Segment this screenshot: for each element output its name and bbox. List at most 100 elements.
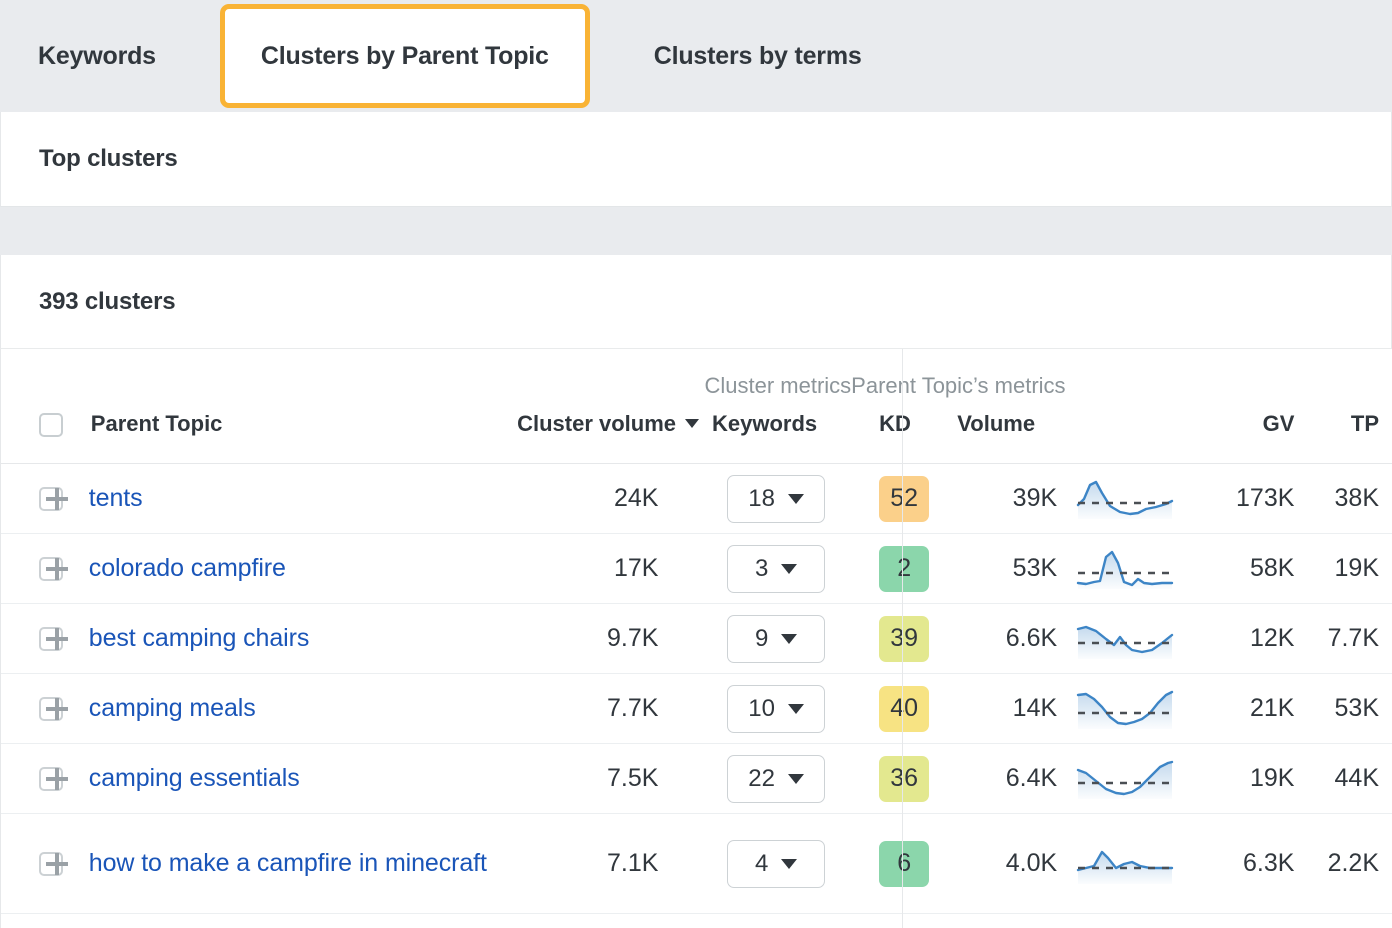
keywords-count: 3 (754, 554, 769, 582)
column-header-cluster-volume-label: Cluster volume (517, 411, 677, 436)
column-header-parent-topic[interactable]: Parent Topic (89, 405, 517, 463)
group-header-cluster-metrics: Cluster metrics (704, 373, 852, 398)
row-keywords-cell: 9 (658, 603, 852, 674)
chevron-down-icon (788, 773, 804, 784)
parent-topic-link[interactable]: best camping chairs (89, 622, 310, 656)
row-trend-cell (1063, 743, 1190, 814)
keywords-count: 18 (748, 484, 775, 512)
top-clusters-panel: Top clusters (0, 112, 1392, 207)
row-kd-cell: 39 (851, 603, 944, 674)
plus-icon[interactable] (42, 554, 72, 584)
row-cluster-volume: 24K (517, 463, 659, 534)
row-cluster-volume: 7.1K (517, 813, 659, 914)
row-gv: 6.3K (1189, 813, 1295, 914)
row-trend-cell (1063, 813, 1190, 914)
tab-clusters-by-parent-topic[interactable]: Clusters by Parent Topic (219, 4, 590, 108)
row-tp: 53K (1294, 673, 1392, 744)
row-tp: 7.7K (1294, 603, 1392, 674)
parent-topic-link[interactable]: tents (89, 482, 143, 516)
row-volume: 39K (943, 463, 1064, 534)
sort-desc-icon (685, 419, 700, 428)
clusters-table-container: Cluster metrics Parent Topic’s metrics P… (0, 349, 1392, 928)
group-header-parent-topic-metrics: Parent Topic’s metrics (851, 373, 1066, 398)
tab-clusters-by-terms[interactable]: Clusters by terms (654, 43, 862, 69)
cluster-count-panel: 393 clusters (0, 255, 1392, 349)
tab-keywords[interactable]: Keywords (38, 43, 156, 69)
row-topic-cell: best camping chairs (88, 603, 518, 674)
column-header-cluster-volume[interactable]: Cluster volume (517, 405, 700, 463)
panel-gap-strip (0, 207, 1392, 255)
metrics-group-divider (902, 349, 903, 928)
trend-sparkline (1077, 850, 1175, 884)
plus-icon[interactable] (42, 849, 72, 879)
plus-icon[interactable] (42, 624, 72, 654)
tab-bar: Keywords Clusters by Parent Topic Cluste… (0, 0, 1392, 112)
plus-icon[interactable] (42, 484, 72, 514)
chevron-down-icon (781, 563, 798, 574)
parent-topic-link[interactable]: camping meals (89, 692, 256, 726)
expand-header-cell (42, 405, 89, 463)
column-header-kd[interactable]: KD (851, 405, 943, 463)
column-header-trend (1063, 405, 1189, 463)
row-tp: 44K (1294, 743, 1392, 814)
kd-badge: 52 (879, 475, 930, 522)
trend-sparkline (1077, 760, 1175, 799)
table-row: camping essentials 7.5K 22 36 6.4K 19K 44K (1, 743, 1392, 814)
row-kd-cell: 52 (851, 463, 944, 534)
row-expand-cell (41, 813, 89, 914)
column-header-tp[interactable]: TP (1294, 405, 1392, 463)
top-clusters-title: Top clusters (39, 145, 178, 172)
row-gv: 19K (1189, 743, 1295, 814)
tab-clusters-by-parent-topic-label: Clusters by Parent Topic (260, 41, 549, 70)
table-row: colorado campfire 17K 3 2 53K 58K 19K (1, 533, 1392, 604)
keywords-dropdown[interactable]: 18 (727, 474, 826, 523)
column-header-keywords[interactable]: Keywords (658, 405, 851, 463)
row-volume: 14K (943, 673, 1064, 744)
row-topic-cell: tents (88, 463, 518, 534)
keywords-dropdown[interactable]: 3 (727, 544, 826, 593)
keywords-count: 22 (748, 764, 775, 792)
row-gv: 12K (1189, 603, 1295, 674)
clusters-table: Cluster metrics Parent Topic’s metrics P… (1, 349, 1392, 914)
table-body: tents 24K 18 52 39K 173K 38K colorado campfire 1… (1, 463, 1392, 914)
plus-icon[interactable] (42, 694, 72, 724)
row-select-cell (1, 673, 63, 744)
plus-icon[interactable] (42, 764, 72, 794)
parent-topic-link[interactable]: how to make a campfire in minecraft (89, 847, 487, 881)
column-header-gv[interactable]: GV (1190, 405, 1295, 463)
kd-badge: 2 (879, 545, 930, 592)
row-trend-cell (1063, 463, 1190, 534)
keywords-count: 10 (748, 694, 775, 722)
keywords-dropdown[interactable]: 22 (727, 754, 826, 803)
parent-topic-link[interactable]: camping essentials (89, 762, 300, 796)
row-volume: 6.6K (943, 603, 1064, 674)
row-kd-cell: 40 (851, 673, 944, 744)
row-kd-cell: 6 (851, 813, 944, 914)
row-expand-cell (41, 533, 89, 604)
parent-topic-link[interactable]: colorado campfire (89, 552, 286, 586)
keywords-dropdown[interactable]: 9 (727, 614, 826, 663)
row-cluster-volume: 7.5K (517, 743, 659, 814)
table-row: tents 24K 18 52 39K 173K 38K (1, 463, 1392, 534)
kd-badge: 6 (879, 840, 930, 887)
row-trend-cell (1063, 603, 1190, 674)
row-kd-cell: 36 (851, 743, 944, 814)
column-header-row: Parent Topic Cluster volume Keywords KD … (1, 405, 1392, 463)
keywords-dropdown[interactable]: 4 (727, 839, 826, 888)
select-all-cell (1, 405, 63, 463)
chevron-down-icon (788, 703, 804, 714)
keywords-dropdown[interactable]: 10 (727, 684, 826, 733)
row-tp: 2.2K (1294, 813, 1392, 914)
row-kd-cell: 2 (851, 533, 944, 604)
trend-sparkline (1077, 625, 1175, 659)
column-header-volume[interactable]: Volume (943, 405, 1063, 463)
row-keywords-cell: 4 (658, 813, 852, 914)
row-gv: 21K (1189, 673, 1295, 744)
row-volume: 53K (943, 533, 1064, 604)
row-keywords-cell: 3 (658, 533, 852, 604)
row-select-cell (1, 603, 63, 674)
chevron-down-icon (781, 858, 798, 869)
table-row: best camping chairs 9.7K 9 39 6.6K 12K 7.7K (1, 603, 1392, 674)
kd-badge: 40 (879, 685, 930, 732)
row-trend-cell (1063, 673, 1190, 744)
